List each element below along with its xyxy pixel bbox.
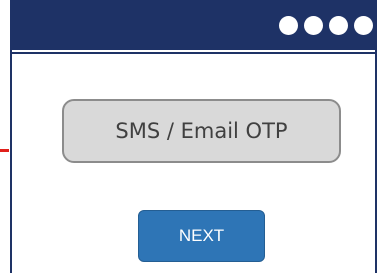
otp-input-placeholder: SMS / Email OTP	[115, 119, 288, 143]
mock-window: SMS / Email OTP NEXT	[10, 0, 377, 273]
titlebar-underline	[12, 52, 375, 54]
connector-arrow	[0, 149, 9, 152]
next-button-label: NEXT	[178, 226, 225, 245]
window-titlebar	[12, 0, 375, 50]
window-dot-icon	[304, 16, 323, 35]
window-controls	[279, 16, 373, 35]
otp-input[interactable]: SMS / Email OTP	[62, 99, 341, 163]
next-button[interactable]: NEXT	[138, 210, 265, 262]
window-dot-icon	[279, 16, 298, 35]
window-dot-icon	[329, 16, 348, 35]
window-dot-icon	[354, 16, 373, 35]
